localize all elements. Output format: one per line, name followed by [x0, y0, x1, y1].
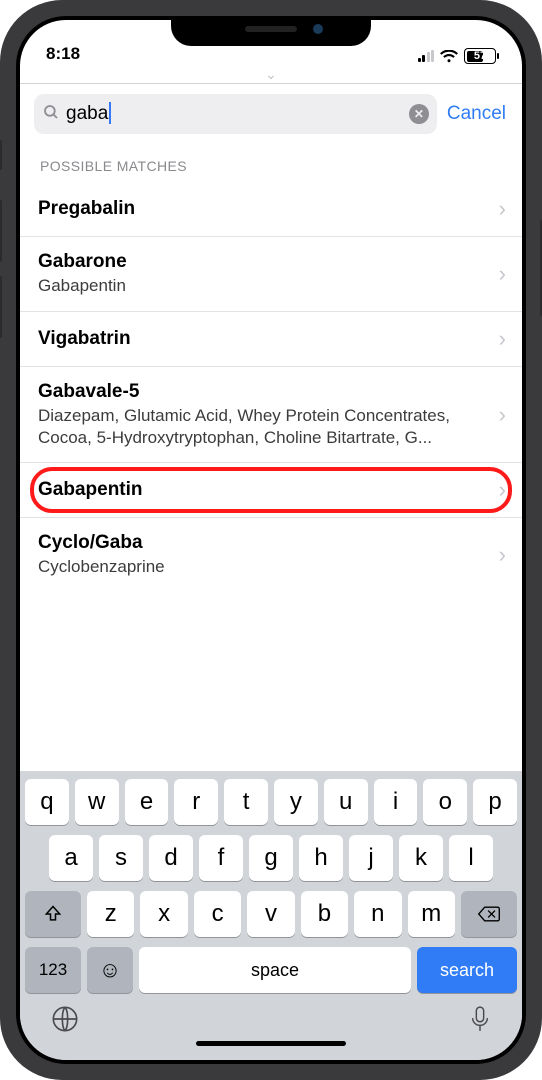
key-w[interactable]: w [75, 779, 119, 825]
search-value: gaba [66, 103, 403, 125]
key-n[interactable]: n [354, 891, 401, 937]
result-title: Gabapentin [38, 479, 489, 501]
key-x[interactable]: x [140, 891, 187, 937]
key-k[interactable]: k [399, 835, 443, 881]
cellular-signal-icon [418, 50, 435, 62]
home-indicator[interactable] [196, 1041, 346, 1046]
key-e[interactable]: e [125, 779, 169, 825]
clear-search-button[interactable]: ✕ [409, 104, 429, 124]
result-subtitle: Diazepam, Glutamic Acid, Whey Protein Co… [38, 405, 489, 449]
text-cursor [109, 102, 111, 124]
notch [171, 16, 371, 46]
key-p[interactable]: p [473, 779, 517, 825]
key-g[interactable]: g [249, 835, 293, 881]
battery-indicator: 57 [464, 48, 496, 64]
key-i[interactable]: i [374, 779, 418, 825]
chevron-right-icon: › [499, 326, 506, 352]
key-q[interactable]: q [25, 779, 69, 825]
result-title: Pregabalin [38, 198, 489, 220]
key-o[interactable]: o [423, 779, 467, 825]
key-c[interactable]: c [194, 891, 241, 937]
space-key[interactable]: space [139, 947, 411, 993]
results-list: Pregabalin › Gabarone Gabapentin › Vigab… [20, 182, 522, 592]
emoji-key[interactable]: ☺ [87, 947, 133, 993]
volume-up-button [0, 200, 2, 262]
result-row-gabarone[interactable]: Gabarone Gabapentin › [20, 237, 522, 312]
key-z[interactable]: z [87, 891, 134, 937]
mic-icon[interactable] [469, 1005, 491, 1033]
shift-key[interactable] [25, 891, 81, 937]
key-u[interactable]: u [324, 779, 368, 825]
result-subtitle: Cyclobenzaprine [38, 556, 489, 578]
numeric-key[interactable]: 123 [25, 947, 81, 993]
cancel-button[interactable]: Cancel [447, 103, 506, 125]
wifi-icon [440, 50, 458, 63]
key-b[interactable]: b [301, 891, 348, 937]
search-input[interactable]: gaba ✕ [34, 94, 437, 134]
result-row-gabavale5[interactable]: Gabavale-5 Diazepam, Glutamic Acid, Whey… [20, 367, 522, 464]
mute-switch [0, 140, 2, 170]
key-r[interactable]: r [174, 779, 218, 825]
battery-percentage: 57 [474, 50, 486, 62]
chevron-right-icon: › [499, 402, 506, 428]
key-m[interactable]: m [408, 891, 455, 937]
key-v[interactable]: v [247, 891, 294, 937]
status-time: 8:18 [46, 44, 80, 64]
search-icon [42, 103, 60, 126]
chevron-right-icon: › [499, 477, 506, 503]
result-title: Cyclo/Gaba [38, 532, 489, 554]
key-y[interactable]: y [274, 779, 318, 825]
result-row-pregabalin[interactable]: Pregabalin › [20, 182, 522, 237]
phone-frame: 8:18 57 ⌄ [0, 0, 542, 1080]
backspace-key[interactable] [461, 891, 517, 937]
result-title: Gabarone [38, 251, 489, 273]
chevron-right-icon: › [499, 542, 506, 568]
key-s[interactable]: s [99, 835, 143, 881]
volume-down-button [0, 276, 2, 338]
result-row-cyclogaba[interactable]: Cyclo/Gaba Cyclobenzaprine › [20, 518, 522, 592]
key-f[interactable]: f [199, 835, 243, 881]
key-j[interactable]: j [349, 835, 393, 881]
result-title: Gabavale-5 [38, 381, 489, 403]
chevron-right-icon: › [499, 196, 506, 222]
key-a[interactable]: a [49, 835, 93, 881]
result-subtitle: Gabapentin [38, 275, 489, 297]
key-l[interactable]: l [449, 835, 493, 881]
key-h[interactable]: h [299, 835, 343, 881]
sheet-grabber[interactable]: ⌄ [20, 66, 522, 84]
key-t[interactable]: t [224, 779, 268, 825]
globe-icon[interactable] [51, 1005, 79, 1033]
result-row-gabapentin[interactable]: Gabapentin › [20, 463, 522, 518]
section-header: POSSIBLE MATCHES [20, 144, 522, 182]
key-d[interactable]: d [149, 835, 193, 881]
keyboard: q w e r t y u i o p a s d f g h [20, 771, 522, 1060]
search-key[interactable]: search [417, 947, 517, 993]
result-title: Vigabatrin [38, 328, 489, 350]
chevron-right-icon: › [499, 261, 506, 287]
result-row-vigabatrin[interactable]: Vigabatrin › [20, 312, 522, 367]
